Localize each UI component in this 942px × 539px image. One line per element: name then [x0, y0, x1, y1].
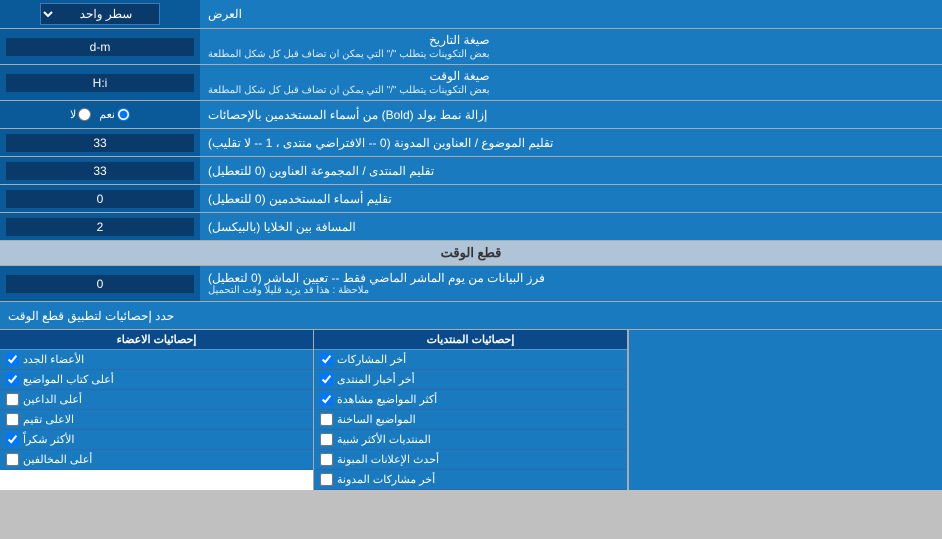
- date-format-input[interactable]: [6, 38, 194, 56]
- limit-stats-label: حدد إحصائيات لتطبيق قطع الوقت: [0, 302, 942, 329]
- stats-posts-checkbox-4[interactable]: [320, 413, 333, 426]
- bold-no-option[interactable]: لا: [70, 108, 91, 121]
- stats-members-checkbox-1[interactable]: [6, 353, 19, 366]
- cut-time-input[interactable]: [6, 275, 194, 293]
- users-trim-input-wrapper: [0, 185, 200, 212]
- time-format-input-wrapper: [0, 65, 200, 100]
- stats-members-title: إحصائيات الاعضاء: [0, 330, 313, 350]
- stats-posts-items: أخر المشاركات أخر أخبار المنتدى أكثر الم…: [314, 350, 627, 490]
- date-format-input-wrapper: [0, 29, 200, 64]
- cell-spacing-input[interactable]: [6, 218, 194, 236]
- forum-topics-label: تقليم المنتدى / المجموعة العناوين (0 للت…: [200, 157, 942, 184]
- stats-empty-col: [628, 330, 942, 490]
- stats-posts-checkbox-5[interactable]: [320, 433, 333, 446]
- list-item: أخر المشاركات: [314, 350, 627, 370]
- cut-time-header: قطع الوقت: [0, 241, 942, 266]
- bold-options: نعم لا: [0, 101, 200, 128]
- stats-posts-checkbox-3[interactable]: [320, 393, 333, 406]
- forum-topics-input-wrapper: [0, 157, 200, 184]
- stats-members-col: إحصائيات الاعضاء الأعضاء الجدد أعلى كتاب…: [0, 330, 313, 490]
- list-item: أخر أخبار المنتدى: [314, 370, 627, 390]
- time-format-label: صيغة الوقت بعض التكوينات يتطلب "/" التي …: [200, 65, 942, 100]
- stats-posts-checkbox-2[interactable]: [320, 373, 333, 386]
- topics-input[interactable]: [6, 134, 194, 152]
- time-format-input[interactable]: [6, 74, 194, 92]
- list-item: المواضيع الساخنة: [314, 410, 627, 430]
- list-item: الأكثر شكراً: [0, 430, 313, 450]
- display-input-wrapper: سطر واحدسطرينثلاثة أسطر: [0, 0, 200, 28]
- display-label: العرض: [200, 0, 942, 28]
- cell-spacing-input-wrapper: [0, 213, 200, 240]
- bold-yes-option[interactable]: نعم: [99, 108, 130, 121]
- stats-posts-checkbox-6[interactable]: [320, 453, 333, 466]
- stats-posts-col: إحصائيات المنتديات أخر المشاركات أخر أخب…: [313, 330, 628, 490]
- date-format-label: صيغة التاريخ بعض التكوينات يتطلب "/" الت…: [200, 29, 942, 64]
- list-item: أكثر المواضيع مشاهدة: [314, 390, 627, 410]
- list-item: أخر مشاركات المدونة: [314, 470, 627, 490]
- topics-label: تقليم الموضوع / العناوين المدونة (0 -- ا…: [200, 129, 942, 156]
- list-item: الأعضاء الجدد: [0, 350, 313, 370]
- stats-members-checkbox-4[interactable]: [6, 413, 19, 426]
- list-item: أعلى المخالفين: [0, 450, 313, 470]
- bold-label: إزالة نمط بولد (Bold) من أسماء المستخدمي…: [200, 101, 942, 128]
- topics-input-wrapper: [0, 129, 200, 156]
- display-select[interactable]: سطر واحدسطرينثلاثة أسطر: [40, 3, 160, 25]
- list-item: أحدث الإعلانات المبونة: [314, 450, 627, 470]
- list-item: أعلى الداعين: [0, 390, 313, 410]
- users-trim-input[interactable]: [6, 190, 194, 208]
- stats-posts-checkbox-7[interactable]: [320, 473, 333, 486]
- users-trim-label: تقليم أسماء المستخدمين (0 للتعطيل): [200, 185, 942, 212]
- stats-posts-checkbox-1[interactable]: [320, 353, 333, 366]
- list-item: الاعلى تقيم: [0, 410, 313, 430]
- stats-members-checkbox-2[interactable]: [6, 373, 19, 386]
- stats-members-checkbox-3[interactable]: [6, 393, 19, 406]
- list-item: أعلى كتاب المواضيع: [0, 370, 313, 390]
- cut-time-input-wrapper: [0, 266, 200, 301]
- list-item: المنتديات الأكثر شبية: [314, 430, 627, 450]
- stats-posts-title: إحصائيات المنتديات: [314, 330, 627, 350]
- cell-spacing-label: المسافة بين الخلايا (بالبيكسل): [200, 213, 942, 240]
- stats-members-checkbox-6[interactable]: [6, 453, 19, 466]
- cut-time-label: فرز البيانات من يوم الماشر الماضي فقط --…: [200, 266, 942, 301]
- stats-members-checkbox-5[interactable]: [6, 433, 19, 446]
- forum-topics-input[interactable]: [6, 162, 194, 180]
- stats-members-items: الأعضاء الجدد أعلى كتاب المواضيع أعلى ال…: [0, 350, 313, 470]
